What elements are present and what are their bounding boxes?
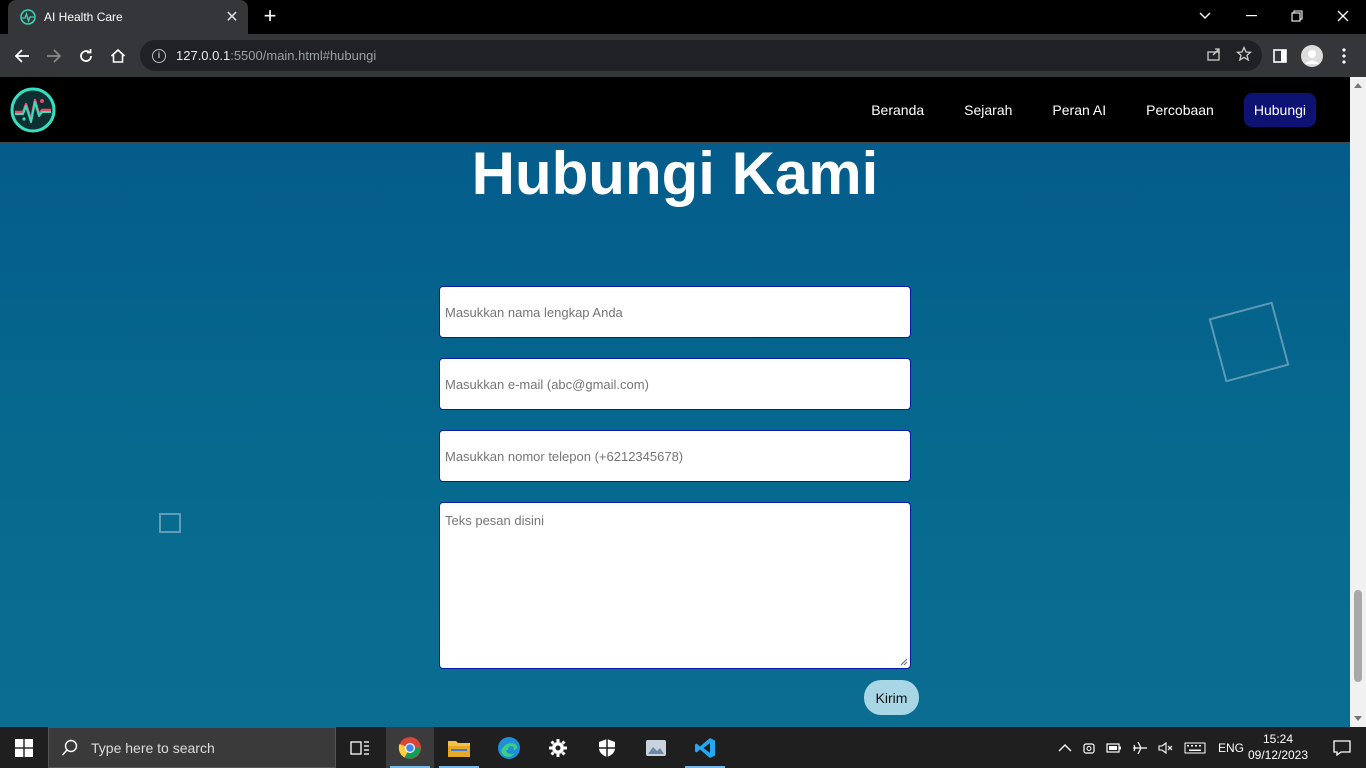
browser-tab-bar: AI Health Care ✕ + [0, 0, 1366, 34]
notification-center-icon[interactable] [1318, 727, 1366, 768]
url-path: :5500/main.html#hubungi [230, 48, 377, 63]
battery-icon[interactable] [1106, 742, 1122, 754]
address-bar-actions [1206, 46, 1252, 62]
reload-icon[interactable] [72, 42, 100, 70]
task-view-icon[interactable] [336, 727, 384, 768]
contact-heading: Hubungi Kami [471, 140, 879, 207]
new-tab-button[interactable]: + [258, 4, 282, 28]
volume-muted-icon[interactable] [1158, 741, 1174, 755]
url-text: 127.0.0.1:5500/main.html#hubungi [176, 48, 376, 63]
phone-placeholder: Masukkan nomor telepon (+6212345678) [445, 448, 684, 464]
message-textarea[interactable]: Teks pesan disini [439, 502, 911, 669]
vscode-icon[interactable] [681, 727, 729, 768]
search-icon [61, 739, 78, 756]
clock-date: 09/12/2023 [1247, 748, 1309, 762]
nav-peran-ai[interactable]: Peran AI [1042, 93, 1116, 127]
taskbar-search-box[interactable]: Type here to search [48, 727, 336, 768]
site-info-icon[interactable]: i [152, 48, 166, 63]
forward-icon[interactable] [40, 42, 68, 70]
file-explorer-icon[interactable] [435, 727, 483, 768]
page-content: Beranda Sejarah Peran AI Percobaan Hubun… [0, 77, 1350, 727]
photos-app-icon[interactable] [632, 727, 680, 768]
nav-percobaan[interactable]: Percobaan [1136, 93, 1224, 127]
browser-toolbar: i 127.0.0.1:5500/main.html#hubungi [0, 34, 1366, 77]
edge-icon[interactable] [485, 727, 533, 768]
resize-handle-icon[interactable] [900, 658, 908, 666]
chrome-taskbar-icon[interactable] [386, 727, 434, 768]
nav-hubungi[interactable]: Hubungi [1243, 93, 1316, 127]
home-icon[interactable] [104, 42, 132, 70]
address-bar[interactable]: i 127.0.0.1:5500/main.html#hubungi [140, 40, 1262, 71]
profile-avatar-icon[interactable] [1298, 42, 1326, 70]
site-navbar: Beranda Sejarah Peran AI Percobaan Hubun… [0, 77, 1350, 143]
taskbar-clock[interactable]: 15:24 09/12/2023 [1244, 731, 1312, 763]
close-window-icon[interactable] [1320, 0, 1366, 32]
scroll-down-icon[interactable] [1354, 716, 1362, 721]
browser-tab[interactable]: AI Health Care ✕ [8, 0, 248, 34]
windows-start-icon[interactable] [0, 727, 48, 768]
language-indicator[interactable]: ENG [1218, 741, 1244, 755]
email-field[interactable]: Masukkan e-mail (abc@gmail.com) [439, 358, 911, 410]
url-host: 127.0.0.1 [176, 48, 231, 63]
keyboard-icon[interactable] [1184, 742, 1206, 754]
close-tab-icon[interactable]: ✕ [220, 7, 244, 27]
submit-button[interactable]: Kirim [864, 680, 919, 715]
airplane-mode-icon[interactable] [1132, 740, 1148, 756]
browser-menu-icon[interactable] [1330, 42, 1358, 70]
decorative-square [1208, 301, 1290, 383]
page-scrollbar[interactable] [1350, 77, 1366, 727]
site-favicon-icon [20, 9, 36, 25]
email-placeholder: Masukkan e-mail (abc@gmail.com) [445, 376, 649, 392]
scrollbar-thumb[interactable] [1354, 590, 1362, 682]
decorative-square-small [159, 513, 181, 533]
nav-sejarah[interactable]: Sejarah [954, 93, 1022, 127]
tab-search-icon[interactable] [1182, 0, 1228, 32]
back-icon[interactable] [8, 42, 36, 70]
side-panel-icon[interactable] [1266, 42, 1294, 70]
system-tray: ENG [1058, 727, 1244, 768]
share-icon[interactable] [1206, 46, 1222, 62]
minimize-icon[interactable] [1228, 0, 1274, 32]
nav-beranda[interactable]: Beranda [861, 93, 934, 127]
ai-health-logo-icon[interactable] [9, 86, 57, 134]
meet-now-icon[interactable] [1082, 741, 1096, 755]
main-menu: Beranda Sejarah Peran AI Percobaan Hubun… [841, 93, 1316, 127]
windows-taskbar: Type here to search ENG 15:24 09/12/2023 [0, 727, 1366, 768]
scroll-up-icon[interactable] [1354, 83, 1362, 88]
restore-icon[interactable] [1274, 0, 1320, 32]
name-field[interactable]: Masukkan nama lengkap Anda [439, 286, 911, 338]
settings-gear-icon[interactable] [534, 727, 582, 768]
tab-title: AI Health Care [44, 10, 123, 24]
tray-overflow-chevron-icon[interactable] [1058, 743, 1072, 752]
name-placeholder: Masukkan nama lengkap Anda [445, 304, 623, 320]
taskbar-search-placeholder: Type here to search [91, 739, 215, 756]
message-placeholder: Teks pesan disini [445, 513, 544, 528]
phone-field[interactable]: Masukkan nomor telepon (+6212345678) [439, 430, 911, 482]
clock-time: 15:24 [1262, 732, 1294, 746]
security-shield-icon[interactable] [583, 727, 631, 768]
bookmark-star-icon[interactable] [1236, 46, 1252, 62]
